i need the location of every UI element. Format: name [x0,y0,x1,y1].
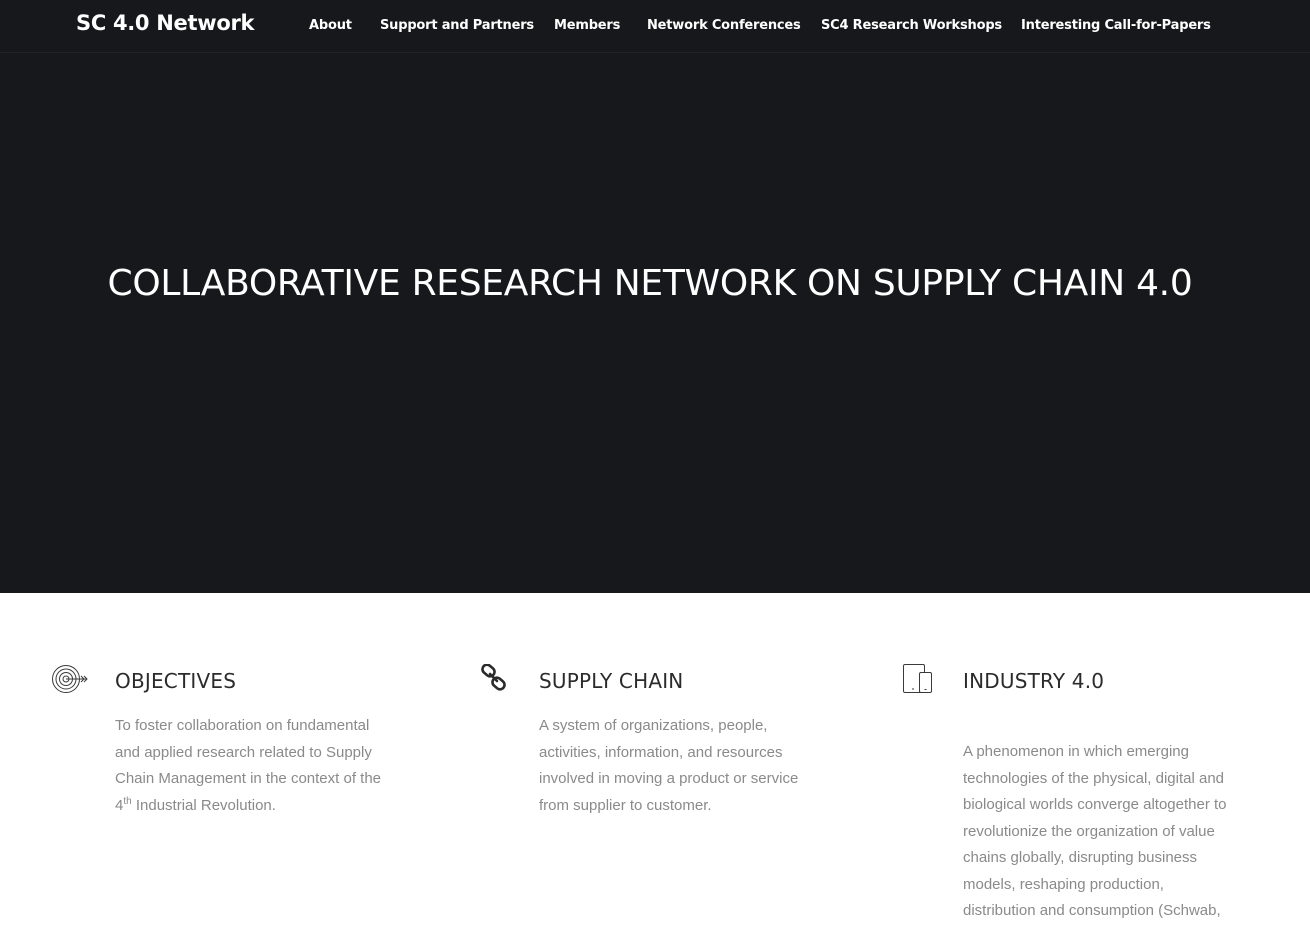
nav-item-support-and-partners[interactable]: Support and Partners [380,18,534,33]
feature-text-objectives-end: Industrial Revolution. [131,796,276,814]
feature-text-supply-chain: A system of organizations, people, activ… [539,717,799,814]
hero-section: COLLABORATIVE RESEARCH NETWORK ON SUPPLY… [0,53,1310,593]
chain-link-icon [480,663,508,697]
feature-title-supply-chain: SUPPLY CHAIN [539,669,684,693]
hero-title: COLLABORATIVE RESEARCH NETWORK ON SUPPLY… [107,263,1193,305]
nav-item-members[interactable]: Members [554,18,620,33]
site-logo[interactable]: SC 4.0 Network [76,11,254,35]
devices-icon [903,664,935,699]
feature-text-objectives: To foster collaboration on fundamental a… [115,713,390,819]
feature-title-objectives: OBJECTIVES [115,669,237,693]
feature-text-industry-4: A phenomenon in which emerging technolog… [963,743,1227,919]
features-section: OBJECTIVES To foster collaboration on fu… [0,593,1310,919]
nav-item-interesting-call-for-papers[interactable]: Interesting Call-for-Papers [1021,18,1211,33]
site-header: SC 4.0 Network About Support and Partner… [0,0,1310,53]
feature-text-objectives-sup: th [123,795,132,807]
nav-item-sc4-research-workshops[interactable]: SC4 Research Workshops [821,18,1002,33]
nav-item-network-conferences[interactable]: Network Conferences [647,18,801,33]
feature-title-industry-4: INDUSTRY 4.0 [963,669,1105,693]
target-icon [51,664,89,699]
nav-item-about[interactable]: About [309,18,352,33]
